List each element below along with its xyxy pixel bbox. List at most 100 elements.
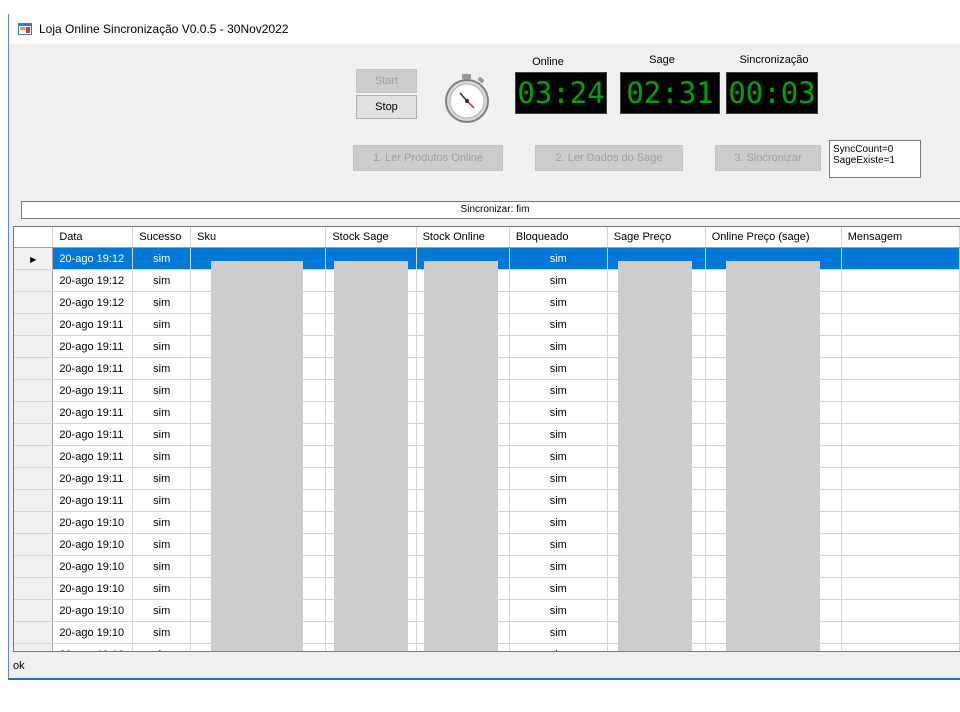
row-header[interactable]	[14, 379, 54, 402]
cell-sucesso[interactable]: sim	[132, 533, 192, 556]
cell-sucesso[interactable]: sim	[132, 357, 192, 380]
stop-button[interactable]: Stop	[356, 95, 417, 119]
row-header[interactable]	[14, 313, 54, 336]
cell-mensagem[interactable]	[841, 291, 960, 314]
cell-mensagem[interactable]	[841, 401, 960, 424]
cell-mensagem[interactable]	[841, 577, 960, 600]
row-header[interactable]	[14, 291, 54, 314]
cell-sucesso[interactable]: sim	[132, 423, 192, 446]
cell-data[interactable]: 20-ago 19:11	[52, 489, 134, 512]
cell-mensagem[interactable]	[841, 379, 960, 402]
cell-sucesso[interactable]: sim	[132, 577, 192, 600]
cell-mensagem[interactable]	[841, 621, 960, 644]
cell-sucesso[interactable]: sim	[132, 313, 192, 336]
cell-sucesso[interactable]: sim	[132, 489, 192, 512]
row-header[interactable]	[14, 577, 54, 600]
synchronize-button[interactable]: 3. Sincronizar	[715, 145, 821, 171]
cell-data[interactable]: 20-ago 19:12	[52, 247, 134, 270]
cell-bloqueado[interactable]: sim	[509, 511, 608, 534]
cell-mensagem[interactable]	[841, 533, 960, 556]
row-header[interactable]	[14, 599, 54, 622]
cell-bloqueado[interactable]: sim	[509, 313, 608, 336]
cell-data[interactable]: 20-ago 19:10	[52, 643, 134, 651]
row-header[interactable]	[14, 533, 54, 556]
cell-bloqueado[interactable]: sim	[509, 423, 608, 446]
cell-bloqueado[interactable]: sim	[509, 555, 608, 578]
row-header[interactable]	[14, 401, 54, 424]
cell-data[interactable]: 20-ago 19:11	[52, 357, 134, 380]
cell-sucesso[interactable]: sim	[132, 445, 192, 468]
row-header[interactable]	[14, 335, 54, 358]
column-header-stock-sage[interactable]: Stock Sage	[325, 227, 417, 248]
column-header-online-preco[interactable]: Online Preço (sage)	[705, 227, 842, 248]
cell-sucesso[interactable]: sim	[132, 401, 192, 424]
cell-data[interactable]: 20-ago 19:11	[52, 401, 134, 424]
cell-data[interactable]: 20-ago 19:10	[52, 511, 134, 534]
cell-bloqueado[interactable]: sim	[509, 401, 608, 424]
cell-data[interactable]: 20-ago 19:11	[52, 379, 134, 402]
cell-mensagem[interactable]	[841, 489, 960, 512]
cell-data[interactable]: 20-ago 19:10	[52, 533, 134, 556]
cell-mensagem[interactable]	[841, 423, 960, 446]
column-header-data[interactable]: Data	[52, 227, 134, 248]
read-online-products-button[interactable]: 1. Ler Produtos Online	[353, 145, 503, 171]
cell-data[interactable]: 20-ago 19:11	[52, 467, 134, 490]
cell-bloqueado[interactable]: sim	[509, 577, 608, 600]
row-header[interactable]	[14, 467, 54, 490]
cell-bloqueado[interactable]: sim	[509, 291, 608, 314]
cell-sucesso[interactable]: sim	[132, 291, 192, 314]
cell-bloqueado[interactable]: sim	[509, 379, 608, 402]
cell-bloqueado[interactable]: sim	[509, 357, 608, 380]
column-header-sucesso[interactable]: Sucesso	[132, 227, 192, 248]
cell-bloqueado[interactable]: sim	[509, 489, 608, 512]
row-header[interactable]	[14, 555, 54, 578]
cell-sucesso[interactable]: sim	[132, 379, 192, 402]
cell-sucesso[interactable]: sim	[132, 599, 192, 622]
cell-data[interactable]: 20-ago 19:10	[52, 621, 134, 644]
column-header-sage-preco[interactable]: Sage Preço	[607, 227, 706, 248]
cell-sucesso[interactable]: sim	[132, 247, 192, 270]
cell-mensagem[interactable]	[841, 445, 960, 468]
cell-bloqueado[interactable]: sim	[509, 533, 608, 556]
cell-mensagem[interactable]	[841, 555, 960, 578]
cell-data[interactable]: 20-ago 19:11	[52, 445, 134, 468]
column-header-mensagem[interactable]: Mensagem	[841, 227, 960, 248]
cell-mensagem[interactable]	[841, 269, 960, 292]
cell-data[interactable]: 20-ago 19:12	[52, 291, 134, 314]
cell-mensagem[interactable]	[841, 313, 960, 336]
column-header-stock-online[interactable]: Stock Online	[416, 227, 510, 248]
cell-data[interactable]: 20-ago 19:10	[52, 599, 134, 622]
cell-sucesso[interactable]: sim	[132, 643, 192, 651]
cell-mensagem[interactable]	[841, 599, 960, 622]
cell-sucesso[interactable]: sim	[132, 269, 192, 292]
sync-data-grid[interactable]: Data Sucesso Sku Stock Sage Stock Online…	[13, 226, 960, 652]
cell-bloqueado[interactable]: sim	[509, 445, 608, 468]
row-header[interactable]: ▶	[14, 247, 54, 270]
row-header[interactable]	[14, 423, 54, 446]
cell-sucesso[interactable]: sim	[132, 621, 192, 644]
cell-bloqueado[interactable]: sim	[509, 599, 608, 622]
row-header[interactable]	[14, 269, 54, 292]
row-header[interactable]	[14, 489, 54, 512]
cell-mensagem[interactable]	[841, 357, 960, 380]
row-header[interactable]	[14, 445, 54, 468]
cell-data[interactable]: 20-ago 19:12	[52, 269, 134, 292]
cell-data[interactable]: 20-ago 19:11	[52, 313, 134, 336]
cell-data[interactable]: 20-ago 19:11	[52, 335, 134, 358]
cell-sucesso[interactable]: sim	[132, 467, 192, 490]
column-header-sku[interactable]: Sku	[190, 227, 327, 248]
cell-mensagem[interactable]	[841, 511, 960, 534]
cell-bloqueado[interactable]: sim	[509, 621, 608, 644]
cell-mensagem[interactable]	[841, 467, 960, 490]
cell-bloqueado[interactable]: sim	[509, 335, 608, 358]
row-header[interactable]	[14, 511, 54, 534]
cell-mensagem[interactable]	[841, 335, 960, 358]
cell-data[interactable]: 20-ago 19:10	[52, 577, 134, 600]
cell-bloqueado[interactable]: sim	[509, 269, 608, 292]
row-header[interactable]	[14, 643, 54, 651]
cell-data[interactable]: 20-ago 19:10	[52, 555, 134, 578]
read-sage-data-button[interactable]: 2. Ler Dados do Sage	[535, 145, 683, 171]
cell-bloqueado[interactable]: sim	[509, 247, 608, 270]
cell-sucesso[interactable]: sim	[132, 335, 192, 358]
cell-mensagem[interactable]	[841, 247, 960, 270]
